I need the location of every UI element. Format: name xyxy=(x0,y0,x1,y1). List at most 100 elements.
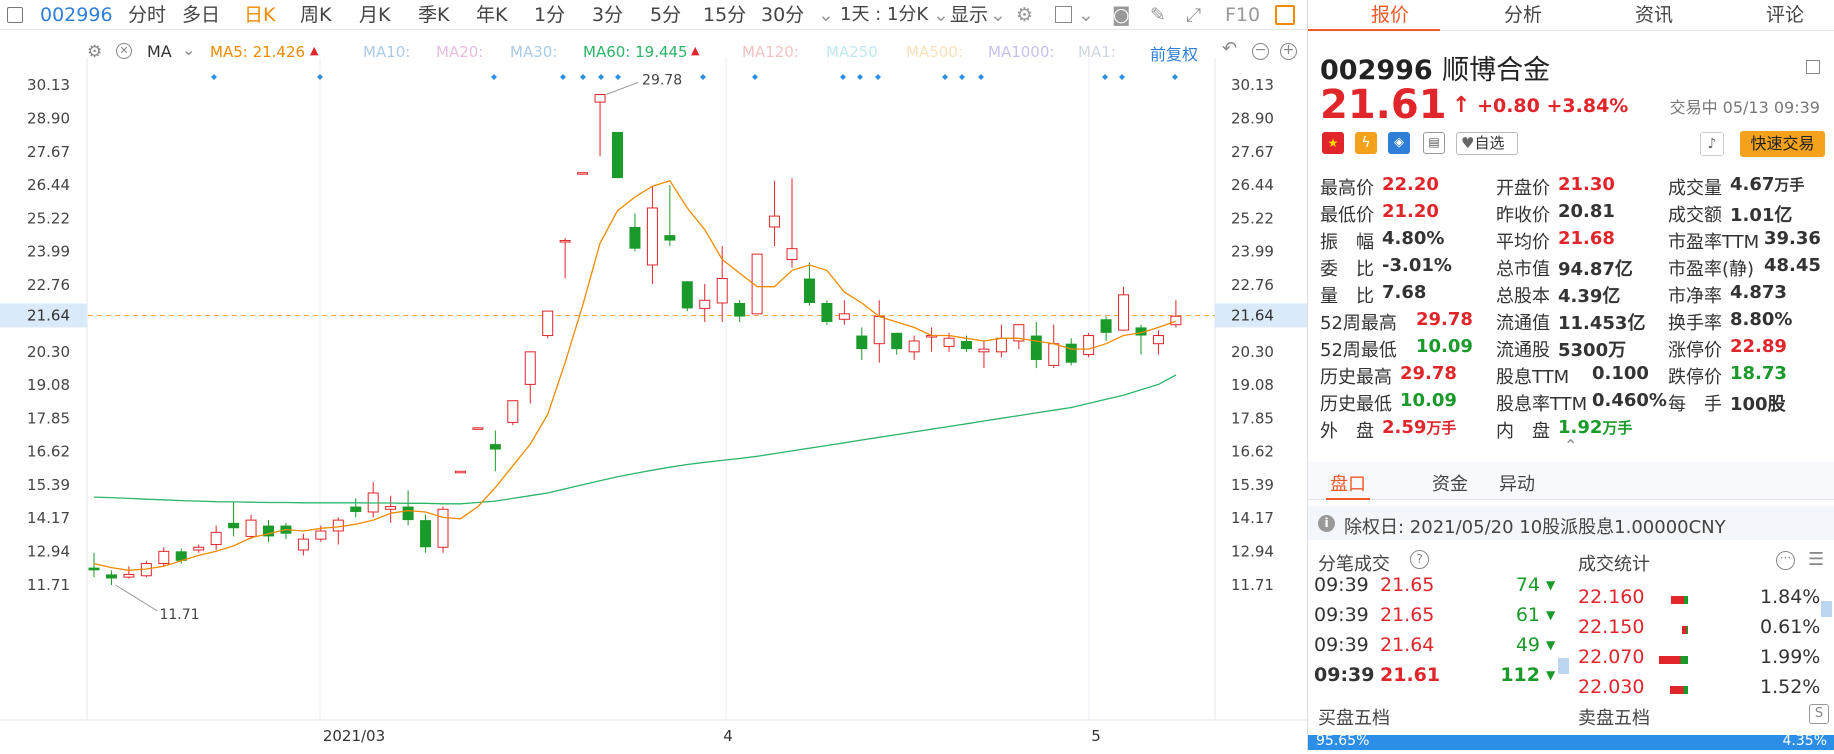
period-duori[interactable]: 多日 xyxy=(182,0,220,30)
candle-body-up xyxy=(437,508,449,548)
field-value: 5300万 xyxy=(1558,336,1626,362)
detail-tabs: 盘口 资金 异动 xyxy=(1308,462,1834,500)
field-number: 100股 xyxy=(1730,394,1786,415)
chevron-down-icon[interactable]: ⌄ xyxy=(990,0,1006,30)
lightning-icon[interactable]: ϟ xyxy=(1355,132,1377,154)
y-tick-label-right: 15.39 xyxy=(1231,476,1274,494)
stats-scroll-thumb[interactable] xyxy=(1821,601,1832,617)
period-quarterly-k[interactable]: 季K xyxy=(418,0,449,30)
event-marker-icon xyxy=(942,74,948,80)
y-tick-label-left: 28.90 xyxy=(27,109,70,127)
note-icon[interactable]: ▤ xyxy=(1423,132,1445,154)
candle-body-up xyxy=(245,519,257,537)
period-yearly-k[interactable]: 年K xyxy=(476,0,507,30)
field-number: -3.01% xyxy=(1382,255,1452,276)
candle-body-down xyxy=(1065,343,1077,363)
tab-anomaly[interactable]: 异动 xyxy=(1499,470,1535,496)
help-icon[interactable]: ? xyxy=(1410,550,1429,569)
undo-icon[interactable]: ↶ xyxy=(1222,38,1237,59)
period-daily-k[interactable]: 日K xyxy=(244,0,275,30)
candle-body-down xyxy=(420,520,432,548)
pen-icon[interactable]: ✎ xyxy=(1150,0,1166,30)
china-flag-icon[interactable]: ★ xyxy=(1322,132,1344,154)
field-unit: 万手 xyxy=(1426,419,1457,437)
candle-body-up xyxy=(577,172,589,175)
y-tick-label-right: 16.62 xyxy=(1231,443,1274,461)
field-number: 10.09 xyxy=(1416,336,1473,357)
collapse-panel-icon[interactable] xyxy=(1806,60,1820,74)
tab-quote[interactable]: 报价 xyxy=(1371,0,1409,31)
tick-scroll-thumb[interactable] xyxy=(1558,658,1569,674)
field-number: 4.80% xyxy=(1382,228,1445,249)
quick-trade-button[interactable]: 快速交易 xyxy=(1740,131,1825,157)
period-weekly-k[interactable]: 周K xyxy=(300,0,331,30)
zoom-in-icon[interactable]: + xyxy=(1280,43,1297,60)
y-tick-label-left: 27.67 xyxy=(27,143,70,161)
field-number: 21.20 xyxy=(1382,201,1439,222)
period-combo-select[interactable]: 1天 : 1分K xyxy=(840,0,928,30)
ma-settings-gear-icon[interactable]: ⚙ xyxy=(87,42,102,62)
field-number: 18.73 xyxy=(1730,363,1787,384)
list-icon[interactable]: ☰ xyxy=(1808,549,1824,570)
field-number: 8.80% xyxy=(1730,309,1793,330)
forward-adjust-button[interactable]: 前复权 xyxy=(1150,41,1198,65)
field-number: 10.09 xyxy=(1400,390,1457,411)
fullscreen-icon[interactable]: ⤢ xyxy=(1186,0,1201,30)
settings-gear-icon[interactable]: ⚙ xyxy=(1016,0,1033,30)
ma-selector[interactable]: MA xyxy=(147,42,172,61)
chevron-up-icon[interactable]: ⌃ xyxy=(1564,436,1577,455)
s-icon[interactable]: S xyxy=(1809,704,1829,724)
f10-button[interactable]: F10 xyxy=(1225,0,1260,30)
tick-vol: 112 xyxy=(1500,664,1540,686)
candle-body-down xyxy=(489,444,501,450)
stats-title: 成交统计 xyxy=(1578,554,1650,575)
ma-close-icon[interactable]: ✕ xyxy=(116,43,132,59)
field-label: 量 比 xyxy=(1320,286,1374,307)
period-5min[interactable]: 5分 xyxy=(650,0,681,30)
sidebar-toggle-icon[interactable] xyxy=(7,7,23,23)
tag-icon[interactable]: ◈ xyxy=(1388,132,1410,154)
chevron-down-icon[interactable]: ⌄ xyxy=(818,0,834,30)
candle-body-down xyxy=(681,281,693,309)
more-icon[interactable]: ··· xyxy=(1776,551,1795,570)
panel-toggle-icon[interactable] xyxy=(1275,5,1295,25)
stat-bar xyxy=(1659,656,1688,664)
candle-body-up xyxy=(594,94,606,103)
bell-icon[interactable]: ♪ xyxy=(1700,132,1724,156)
tab-news[interactable]: 资讯 xyxy=(1635,0,1673,31)
period-15min[interactable]: 15分 xyxy=(703,0,746,30)
period-monthly-k[interactable]: 月K xyxy=(359,0,390,30)
field-value: 1.92万手 xyxy=(1558,417,1632,438)
chevron-down-icon[interactable]: ⌄ xyxy=(1078,0,1094,30)
ma5-label: MA5: 21.426 xyxy=(210,43,306,61)
chevron-down-icon[interactable]: ⌄ xyxy=(933,0,949,30)
period-3min[interactable]: 3分 xyxy=(592,0,623,30)
chevron-down-icon[interactable]: ⌄ xyxy=(182,40,195,59)
period-fenshi[interactable]: 分时 xyxy=(128,0,166,30)
period-1min[interactable]: 1分 xyxy=(534,0,565,30)
display-menu[interactable]: 显示 xyxy=(950,0,988,30)
period-30min[interactable]: 30分 xyxy=(761,0,804,30)
tab-capital[interactable]: 资金 xyxy=(1432,470,1468,496)
draw-rect-icon[interactable] xyxy=(1055,6,1072,23)
field-label: 总市值 xyxy=(1496,259,1550,280)
field-label: 最低价 xyxy=(1320,205,1374,226)
field-label: 流通值 xyxy=(1496,313,1550,334)
tab-orderbook[interactable]: 盘口 xyxy=(1330,470,1366,496)
tab-comments[interactable]: 评论 xyxy=(1766,0,1804,31)
field-number: 4.873 xyxy=(1730,282,1787,303)
add-watchlist-button[interactable]: ♥自选 xyxy=(1456,132,1518,155)
field-value: 94.87亿 xyxy=(1558,255,1633,281)
zoom-out-icon[interactable]: − xyxy=(1252,43,1269,60)
tab-analysis[interactable]: 分析 xyxy=(1504,0,1542,31)
y-tick-label-left: 17.85 xyxy=(27,409,70,427)
quote-tabs: 报价 分析 资讯 评论 xyxy=(1308,0,1834,31)
down-triangle-icon: ▼ xyxy=(1546,608,1556,622)
camera-icon[interactable]: ◙ xyxy=(1112,0,1130,30)
tick-time: 09:39 xyxy=(1314,604,1369,626)
y-tick-label-left: 25.22 xyxy=(27,209,70,227)
event-marker-icon xyxy=(875,74,881,80)
field-value: -3.01% xyxy=(1382,255,1452,276)
y-tick-label-left: 20.30 xyxy=(27,343,70,361)
field-label: 市净率 xyxy=(1668,286,1722,307)
